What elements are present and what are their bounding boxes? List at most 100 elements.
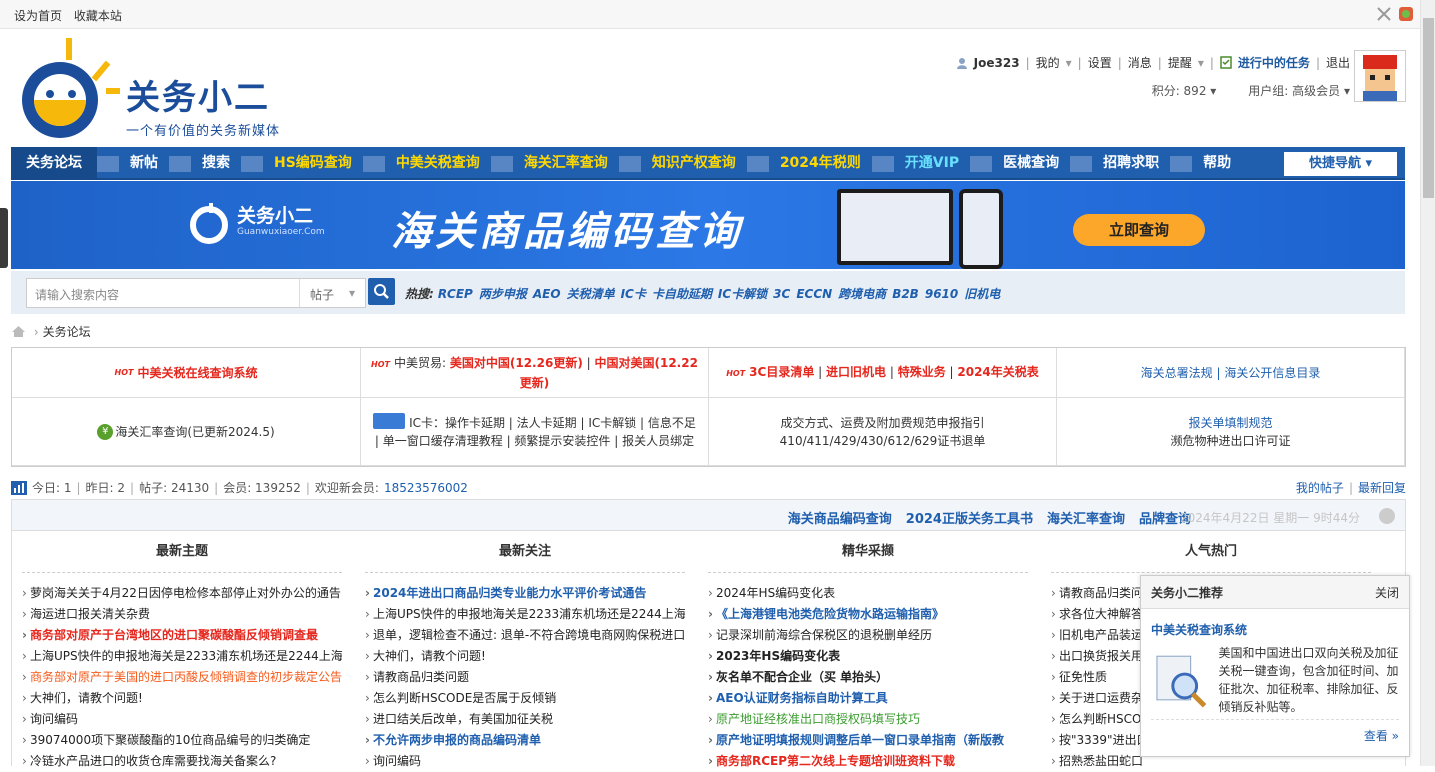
quicklink-declaration[interactable]: 成交方式、运费及附加费规范申报指引 410/411/429/430/612/629… xyxy=(709,398,1057,466)
nav-item[interactable]: 2024年税则 xyxy=(769,147,872,180)
thread-link[interactable]: 2024年进出口商品归类专业能力水平评价考试通告 xyxy=(365,583,685,604)
nav-item[interactable]: 关务论坛 xyxy=(11,147,97,180)
hot-search-item[interactable]: RCEP xyxy=(438,287,473,301)
vertical-scrollbar[interactable] xyxy=(1420,0,1435,766)
hot-search-item[interactable]: 关税清单 xyxy=(567,287,615,301)
collapse-toggle[interactable] xyxy=(1379,508,1395,524)
query-now-button[interactable]: 立即查询 xyxy=(1073,214,1205,246)
scrollbar-thumb[interactable] xyxy=(1423,18,1434,198)
hot-search-item[interactable]: IC卡 xyxy=(621,287,646,301)
hot-search-item[interactable]: 卡自助延期 xyxy=(652,287,712,301)
thread-link[interactable]: 灰名单不配合企业（买 单抬头） xyxy=(708,667,1028,688)
thread-link[interactable]: 大神们，请教个问题! xyxy=(365,646,685,667)
fullscreen-icon[interactable] xyxy=(1376,6,1392,22)
thread-link[interactable]: 请教商品归类问题 xyxy=(365,667,685,688)
nav-item[interactable]: 搜索 xyxy=(191,147,241,180)
newest-member-link[interactable]: 18523576002 xyxy=(384,481,468,495)
side-handle[interactable] xyxy=(0,208,8,268)
thread-link[interactable]: 记录深圳前海综合保税区的退税删单经历 xyxy=(708,625,1028,646)
nav-item[interactable]: 招聘求职 xyxy=(1092,147,1170,180)
thread-link[interactable]: 退单，逻辑检查不通过: 退单-不符合跨境电商网购保税进口 xyxy=(365,625,685,646)
thread-link[interactable]: 原产地证经核准出口商授权码填写技巧 xyxy=(708,709,1028,730)
quicklink-trade[interactable]: HOT 中美贸易: 美国对中国(12.26更新) | 中国对美国(12.22更新) xyxy=(361,348,709,398)
logout-link[interactable]: 退出 xyxy=(1326,54,1350,71)
messages-link[interactable]: 消息 xyxy=(1128,54,1152,71)
column-title: 最新关注 xyxy=(365,531,685,573)
thread-link[interactable]: 询问编码 xyxy=(365,751,685,772)
featured-link[interactable]: 海关汇率查询 xyxy=(1047,508,1125,527)
thread-link[interactable]: 冷链水产品进口的收货仓库需要找海关备案么? xyxy=(22,751,342,772)
quicklink-regulations[interactable]: 海关总署法规 | 海关公开信息目录 xyxy=(1057,348,1405,398)
nav-item[interactable]: 帮助 xyxy=(1192,147,1242,180)
search-input[interactable]: 请输入搜索内容 帖子 ▾ xyxy=(26,278,366,308)
search-type-select[interactable]: 帖子 ▾ xyxy=(299,279,365,307)
username-link[interactable]: Joe323 xyxy=(974,56,1020,70)
thread-link[interactable]: 原产地证明填报规则调整后单一窗口录单指南（新版教 xyxy=(708,730,1028,751)
settings-link[interactable]: 设置 xyxy=(1088,54,1112,71)
thread-link[interactable]: 上海UPS快件的申报地海关是2233浦东机场还是2244上海快 xyxy=(365,604,685,625)
quicklink-3c[interactable]: HOT 3C目录清单 | 进口旧机电 | 特殊业务 | 2024年关税表 xyxy=(709,348,1057,398)
my-posts-link[interactable]: 我的帖子 xyxy=(1296,481,1344,495)
nav-item[interactable]: 开通VIP xyxy=(894,147,970,180)
avatar[interactable] xyxy=(1354,50,1406,102)
thread-link[interactable]: 商务部RCEP第二次线上专题培训班资料下载 xyxy=(708,751,1028,772)
quicklink-filling-rules[interactable]: 报关单填制规范 濒危物种进出口许可证 xyxy=(1057,398,1405,466)
recommend-more-link[interactable]: 查看 » xyxy=(1364,727,1399,744)
thread-link[interactable]: 2024年HS编码变化表 xyxy=(708,583,1028,604)
thread-link[interactable]: 商务部对原产于台湾地区的进口聚碳酸酯反倾销调查最 xyxy=(22,625,342,646)
home-icon[interactable] xyxy=(11,325,26,338)
thread-link[interactable]: 《上海港锂电池类危险货物水路运输指南》 xyxy=(708,604,1028,625)
thread-link[interactable]: 海运进口报关清关杂费 xyxy=(22,604,342,625)
hot-search-item[interactable]: 9610 xyxy=(925,287,958,301)
nav-item[interactable]: 中美关税查询 xyxy=(385,147,491,180)
featured-link[interactable]: 海关商品编码查询 xyxy=(788,508,892,527)
search-button[interactable] xyxy=(368,278,395,305)
thread-link[interactable]: 上海UPS快件的申报地海关是2233浦东机场还是2244上海快 xyxy=(22,646,342,667)
site-logo[interactable]: 关务小二 一个有价值的关务新媒体 xyxy=(10,38,300,140)
hot-search-item[interactable]: 跨境电商 xyxy=(838,287,886,301)
thread-link[interactable]: 怎么判断HSCODE是否属于反倾销 xyxy=(365,688,685,709)
thread-link[interactable]: 2023年HS编码变化表 xyxy=(708,646,1028,667)
bookmark-link[interactable]: 收藏本站 xyxy=(74,9,122,23)
hot-search-item[interactable]: 旧机电 xyxy=(964,287,1000,301)
recommend-close-button[interactable]: 关闭 xyxy=(1375,584,1399,601)
thread-link[interactable]: 询问编码 xyxy=(22,709,342,730)
latest-reply-link[interactable]: 最新回复 xyxy=(1358,481,1406,495)
hot-search-item[interactable]: B2B xyxy=(892,287,919,301)
thread-link[interactable]: 萝岗海关关于4月22日因停电检修本部停止对外办公的通告 xyxy=(22,583,342,604)
recommend-title[interactable]: 中美关税查询系统 xyxy=(1151,621,1399,638)
nav-item[interactable]: 知识产权查询 xyxy=(641,147,747,180)
nav-item[interactable]: HS编码查询 xyxy=(263,147,363,180)
hot-search-item[interactable]: AEO xyxy=(533,287,561,301)
utility-icons xyxy=(1376,6,1414,22)
my-menu[interactable]: 我的 xyxy=(1036,54,1060,71)
app-icon[interactable] xyxy=(1398,6,1414,22)
column-title: 人气热门 xyxy=(1051,531,1371,573)
hot-search-item[interactable]: 两步申报 xyxy=(479,287,527,301)
hot-search-item[interactable]: 3C xyxy=(773,287,790,301)
breadcrumb-current[interactable]: 关务论坛 xyxy=(43,325,91,339)
nav-item[interactable]: 海关汇率查询 xyxy=(513,147,619,180)
thread-link[interactable]: 不允许两步申报的商品编码清单 xyxy=(365,730,685,751)
set-home-link[interactable]: 设为首页 xyxy=(14,9,62,23)
thread-link[interactable]: AEO认证财务指标自助计算工具 xyxy=(708,688,1028,709)
tasks-link[interactable]: 进行中的任务 xyxy=(1238,54,1310,71)
featured-link[interactable]: 2024正版关务工具书 xyxy=(906,508,1033,527)
nav-item[interactable]: 医械查询 xyxy=(992,147,1070,180)
quicklink-tariff-system[interactable]: HOT 中美关税在线查询系统 xyxy=(12,348,361,398)
quicklink-ic-card[interactable]: IC卡：操作卡延期 | 法人卡延期 | IC卡解锁 | 信息不足 | 单一窗口缓… xyxy=(361,398,709,466)
hot-icon: HOT xyxy=(371,359,390,369)
thread-link[interactable]: 39074000项下聚碳酸酯的10位商品编号的归类确定 xyxy=(22,730,342,751)
quicklink-exchange-rate[interactable]: ¥ 海关汇率查询(已更新2024.5) xyxy=(12,398,361,466)
hot-search-item[interactable]: ECCN xyxy=(796,287,832,301)
promo-banner[interactable]: 关务小二 Guanwuxiaoer.Com 海关商品编码查询 立即查询 xyxy=(11,181,1405,269)
thread-link[interactable]: 大神们，请教个问题! xyxy=(22,688,342,709)
hot-search-item[interactable]: IC卡解锁 xyxy=(718,287,767,301)
points-menu[interactable]: 积分: 892 ▾ xyxy=(1152,82,1217,99)
thread-link[interactable]: 进口结关后改单，有美国加征关税 xyxy=(365,709,685,730)
nav-item[interactable]: 新帖 xyxy=(119,147,169,180)
thread-link[interactable]: 商务部对原产于美国的进口丙酸反倾销调查的初步裁定公告 xyxy=(22,667,342,688)
quick-nav-button[interactable]: 快捷导航 ▾ xyxy=(1284,152,1397,176)
usergroup-menu[interactable]: 用户组: 高级会员 ▾ xyxy=(1248,82,1350,99)
remind-menu[interactable]: 提醒 xyxy=(1168,54,1192,71)
